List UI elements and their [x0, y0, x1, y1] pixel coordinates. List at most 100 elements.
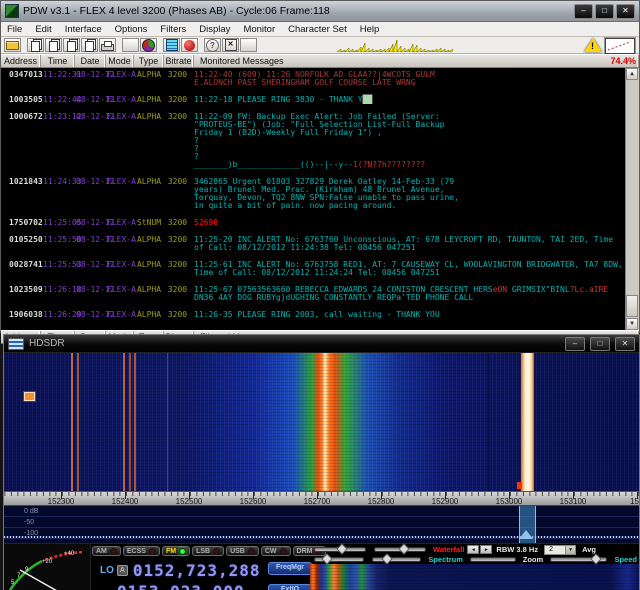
monitored-messages-list[interactable]: 0347013 11:22:31 08-12-12 FLEX-A ALPHA 3200 11… — [1, 68, 639, 330]
column-header-mode[interactable]: Mode — [106, 55, 134, 67]
waterfall-display[interactable] — [4, 353, 639, 491]
menu-character-set[interactable]: Character Set — [288, 24, 347, 35]
waterfall-brightness-slider[interactable] — [374, 543, 426, 555]
copy-page-2-icon[interactable] — [45, 38, 62, 52]
mode-led-icon — [279, 547, 287, 555]
pdw-toolbar — [1, 37, 639, 54]
chevron-down-icon[interactable]: ▼ — [565, 545, 576, 554]
hdsdr-maximize-button[interactable]: □ — [590, 336, 610, 351]
slider-thumb[interactable] — [398, 543, 410, 555]
menu-display[interactable]: Display — [199, 24, 230, 35]
message-segment: 11:22-40 (609) 11:26 NORFOLK AD GLAA??|4… — [194, 70, 435, 87]
copy-page-4-icon[interactable] — [81, 38, 98, 52]
menu-filters[interactable]: Filters — [160, 24, 186, 35]
waterfall-grid-line — [167, 353, 168, 491]
lo-channel-badge[interactable]: A — [116, 565, 128, 576]
print-icon[interactable] — [99, 38, 116, 52]
open-folder-icon[interactable] — [4, 38, 21, 52]
alert-exclamation-icon[interactable] — [122, 38, 139, 52]
help-bubble-icon[interactable] — [204, 38, 221, 52]
spectrum-grid-line — [4, 527, 639, 528]
cell-mode: FLEX-A — [107, 177, 136, 186]
message-row[interactable]: 0347013 11:22:31 08-12-12 FLEX-A ALPHA 3200 11… — [1, 71, 639, 87]
message-row[interactable]: 1021843 11:24:33 08-12-12 FLEX-A ALPHA 3200 34… — [1, 178, 639, 210]
close-box-icon[interactable] — [222, 38, 239, 52]
hdsdr-close-button[interactable]: ✕ — [615, 336, 635, 351]
mode-button-ecss[interactable]: ECSS — [122, 546, 160, 556]
smeter-scale-label: 9 — [25, 567, 29, 573]
avg-dropdown[interactable]: 2 ▼ — [544, 544, 577, 555]
mode-button-usb[interactable]: USB — [226, 546, 259, 556]
mode-button-cw[interactable]: CW — [260, 546, 291, 556]
mode-button-fm[interactable]: FM — [161, 546, 191, 556]
hdsdr-titlebar[interactable]: HDSDR – □ ✕ — [4, 335, 639, 353]
mode-button-lsb[interactable]: LSB — [192, 546, 225, 556]
zoom-track[interactable] — [469, 557, 516, 562]
stats-pie-icon[interactable] — [140, 38, 157, 52]
hdsdr-minimize-button[interactable]: – — [565, 336, 585, 351]
slider-thumb[interactable] — [336, 543, 348, 555]
scrollbar-up-arrow[interactable]: ▲ — [626, 68, 638, 80]
spectrum-noise-floor — [4, 536, 639, 538]
speed-slider[interactable] — [550, 553, 608, 565]
message-row[interactable]: 1003505 11:22:44 08-12-12 FLEX-A ALPHA 3200 11… — [1, 95, 639, 104]
pdw-close-button[interactable]: ✕ — [616, 3, 635, 19]
scrollbar-down-arrow[interactable]: ▼ — [626, 318, 638, 330]
copy-page-icon[interactable] — [27, 38, 44, 52]
rbw-decrease-button[interactable]: ◄ — [467, 545, 480, 554]
column-header-bitrate[interactable]: Bitrate — [164, 55, 194, 67]
menu-interface[interactable]: Interface — [65, 24, 102, 35]
scrollbar-thumb[interactable] — [626, 295, 638, 317]
message-text: 11:25-67 07563563660 REBECCA EDWARDS 24 … — [194, 286, 627, 303]
column-header-time[interactable]: Time — [41, 55, 75, 67]
message-row[interactable]: 0028741 11:25:53 08-12-12 FLEX-A ALPHA 3200 11… — [1, 261, 639, 277]
spectrum-display[interactable]: 0 dB -50 -100 — [4, 506, 639, 544]
menu-edit[interactable]: Edit — [35, 24, 51, 35]
spectrum-brightness-slider[interactable] — [371, 553, 422, 565]
frequency-scale[interactable]: 152300 152400 152500 152600 152700 152800 1529… — [4, 491, 639, 506]
slider-thumb[interactable] — [321, 553, 333, 565]
menu-options[interactable]: Options — [115, 24, 148, 35]
message-row[interactable]: 1000672 11:23:12 08-12-12 FLEX-A ALPHA 3200 11… — [1, 113, 639, 169]
pdw-maximize-button[interactable]: □ — [595, 3, 614, 19]
spectrum-contrast-slider[interactable] — [314, 553, 364, 565]
display-control-rows: Waterfall ◄ ► RBW 3.8 Hz 2 ▼ Avg Spectrum Zoom Sp… — [310, 543, 639, 565]
copy-page-3-icon[interactable] — [63, 38, 80, 52]
pdw-minimize-button[interactable]: – — [574, 3, 593, 19]
cell-address: 1000672 — [9, 112, 43, 121]
tune-frequency-display[interactable]: 0153,023,000 — [117, 582, 245, 590]
globe-icon[interactable] — [240, 38, 257, 52]
slider-thumb[interactable] — [380, 553, 393, 565]
messages-scrollbar[interactable]: ▲ ▼ — [625, 68, 639, 330]
message-text: 11:22-09 FW: Backup Exec Alert: Job Fail… — [194, 113, 627, 169]
message-row[interactable]: 1906038 11:26:29 08-12-12 FLEX-A ALPHA 3200 11… — [1, 311, 639, 319]
column-header-monitored-messages[interactable]: Monitored Messages — [194, 55, 639, 67]
freq-manager-button[interactable]: FreqMgr — [268, 562, 312, 575]
cell-mode: FLEX-A — [107, 235, 136, 244]
lo-frequency-display[interactable]: 0152,723,288 — [133, 561, 261, 580]
table-view-icon[interactable] — [163, 38, 180, 52]
menu-file[interactable]: File — [7, 24, 22, 35]
phase-scope-icon[interactable] — [605, 38, 635, 54]
menu-monitor[interactable]: Monitor — [243, 24, 275, 35]
mode-led-icon — [179, 547, 187, 555]
message-row[interactable]: 0105250 11:25:50 08-12-12 FLEX-A ALPHA 3200 11… — [1, 236, 639, 252]
tune-frequency-marker[interactable] — [519, 506, 536, 543]
waterfall-contrast-slider[interactable] — [314, 543, 366, 555]
message-segment: 3462865 Urgent 01803 327829 Derek Oatley… — [194, 177, 459, 210]
column-header-type[interactable]: Type — [134, 55, 164, 67]
column-header-address[interactable]: Address — [1, 55, 41, 67]
column-header-date[interactable]: Date — [75, 55, 106, 67]
rf-mini-waterfall[interactable] — [310, 564, 639, 590]
message-row[interactable]: 1750702 11:25:05 08-12-12 FLEX-A StNUM 3200 52… — [1, 219, 639, 227]
extio-button[interactable]: ExtIO — [268, 584, 312, 590]
menu-help[interactable]: Help — [360, 24, 380, 35]
pdw-titlebar[interactable]: PDW v3.1 - FLEX 4 level 3200 (Phases AB)… — [1, 1, 639, 22]
slider-thumb[interactable] — [590, 553, 602, 565]
record-dot-icon[interactable] — [181, 38, 198, 52]
rbw-increase-button[interactable]: ► — [480, 545, 493, 554]
mode-button-am[interactable]: AM — [92, 546, 121, 556]
avg-label: Avg — [582, 545, 596, 554]
mode-label: USB — [230, 547, 245, 555]
message-row[interactable]: 1023509 11:26:18 08-12-12 FLEX-A ALPHA 3200 11… — [1, 286, 639, 303]
